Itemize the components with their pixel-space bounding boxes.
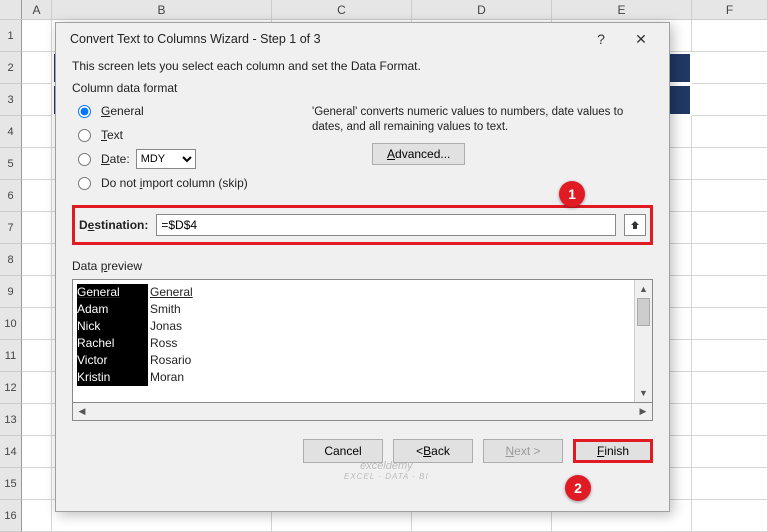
format-hint: 'General' converts numeric values to num…	[312, 105, 653, 135]
title-bar[interactable]: Convert Text to Columns Wizard - Step 1 …	[56, 23, 669, 55]
row-header[interactable]: 14	[0, 436, 22, 468]
scroll-down-icon[interactable]: ▼	[635, 384, 652, 402]
destination-input[interactable]	[156, 214, 616, 236]
preview-cell: Rosario	[147, 352, 227, 369]
row-header[interactable]: 11	[0, 340, 22, 372]
scroll-up-icon[interactable]: ▲	[635, 280, 652, 298]
text-to-columns-dialog: Convert Text to Columns Wizard - Step 1 …	[55, 22, 670, 512]
row-header[interactable]: 6	[0, 180, 22, 212]
row-header[interactable]: 7	[0, 212, 22, 244]
data-preview: General General AdamSmith NickJonas Rach…	[72, 279, 653, 403]
col-header-f[interactable]: F	[692, 0, 768, 19]
annotation-badge-2: 2	[565, 475, 591, 501]
radio-skip-input[interactable]	[78, 177, 91, 190]
row-header[interactable]: 8	[0, 244, 22, 276]
destination-row: Destination:	[72, 205, 653, 245]
preview-cell: Kristin	[77, 369, 147, 386]
range-picker-button[interactable]	[624, 214, 646, 236]
row-header[interactable]: 2	[0, 52, 22, 84]
radio-text-input[interactable]	[78, 129, 91, 142]
preview-cell: Ross	[147, 335, 227, 352]
preview-cell: Nick	[77, 318, 147, 335]
back-button[interactable]: < Back	[393, 439, 473, 463]
date-format-select[interactable]: MDY	[136, 149, 196, 169]
preview-cell: Moran	[147, 369, 227, 386]
preview-hscroll[interactable]: ◀ ▶	[72, 403, 653, 421]
scroll-thumb[interactable]	[637, 298, 650, 326]
row-header[interactable]: 12	[0, 372, 22, 404]
col-header-a[interactable]: A	[22, 0, 52, 19]
row-header[interactable]: 10	[0, 308, 22, 340]
row-header[interactable]: 5	[0, 148, 22, 180]
next-button: Next >	[483, 439, 563, 463]
scroll-left-icon[interactable]: ◀	[73, 403, 91, 420]
radio-general[interactable]: General	[72, 99, 302, 123]
annotation-badge-1: 1	[559, 181, 585, 207]
preview-cell: Victor	[77, 352, 147, 369]
data-preview-label: Data preview	[72, 259, 653, 273]
intro-text: This screen lets you select each column …	[72, 59, 653, 73]
column-headers: A B C D E F	[0, 0, 768, 20]
radio-date[interactable]: Date: MDY	[72, 147, 302, 171]
radio-general-input[interactable]	[78, 105, 91, 118]
dialog-title: Convert Text to Columns Wizard - Step 1 …	[70, 32, 581, 46]
col-header-e[interactable]: E	[552, 0, 692, 19]
preview-col-header[interactable]: General	[77, 284, 147, 301]
radio-skip[interactable]: Do not import column (skip)	[72, 171, 302, 195]
select-all-cell[interactable]	[0, 0, 22, 19]
col-header-d[interactable]: D	[412, 0, 552, 19]
row-header[interactable]: 3	[0, 84, 22, 116]
row-header[interactable]: 1	[0, 20, 22, 52]
col-header-c[interactable]: C	[272, 0, 412, 19]
preview-cell: Smith	[147, 301, 227, 318]
radio-date-input[interactable]	[78, 153, 91, 166]
cancel-button[interactable]: Cancel	[303, 439, 383, 463]
column-data-format-label: Column data format	[72, 81, 653, 95]
preview-cell: Jonas	[147, 318, 227, 335]
help-button[interactable]: ?	[581, 25, 621, 53]
close-button[interactable]: ✕	[621, 25, 661, 53]
col-header-b[interactable]: B	[52, 0, 272, 19]
advanced-button[interactable]: Advanced...	[372, 143, 465, 165]
row-header[interactable]: 16	[0, 500, 22, 532]
radio-text[interactable]: Text	[72, 123, 302, 147]
row-header[interactable]: 4	[0, 116, 22, 148]
preview-vscroll[interactable]: ▲ ▼	[634, 280, 652, 402]
preview-cell: Adam	[77, 301, 147, 318]
finish-button[interactable]: Finish	[573, 439, 653, 463]
destination-label: Destination:	[79, 218, 148, 232]
row-header[interactable]: 9	[0, 276, 22, 308]
collapse-dialog-icon	[629, 219, 641, 231]
preview-cell: Rachel	[77, 335, 147, 352]
row-header[interactable]: 13	[0, 404, 22, 436]
scroll-right-icon[interactable]: ▶	[634, 403, 652, 420]
preview-col-header[interactable]: General	[147, 284, 227, 301]
row-header[interactable]: 15	[0, 468, 22, 500]
